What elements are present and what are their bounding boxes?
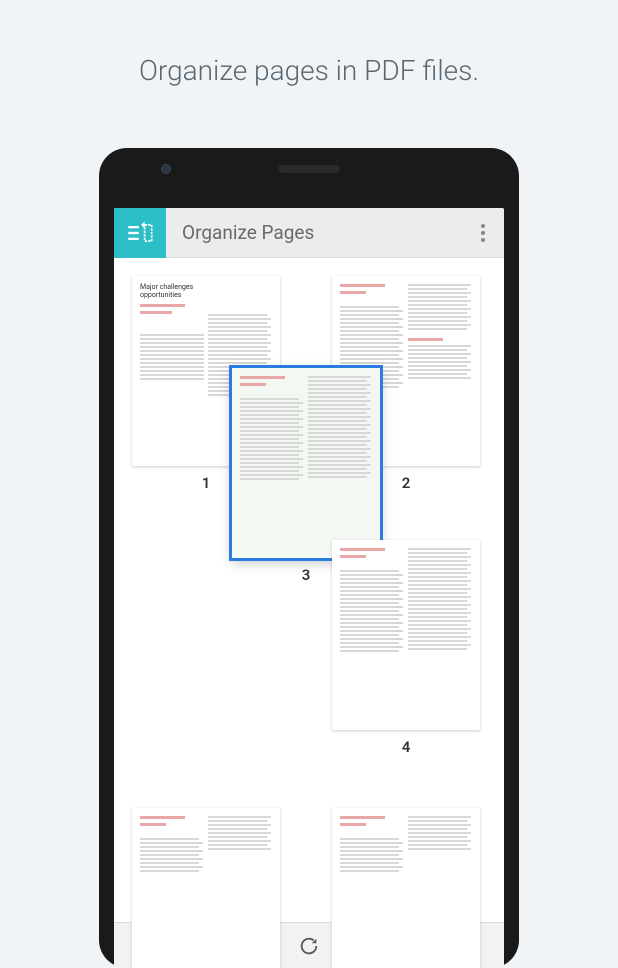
page-label-1: 1 [202,474,211,492]
nav-drawer-button[interactable] [114,208,166,258]
more-vertical-icon [481,224,485,242]
page-grid: Major challenges opportunities [114,258,504,922]
rotate-right-button[interactable] [279,926,339,966]
rotate-right-icon [298,935,320,957]
page-label-2: 2 [402,474,411,492]
phone-frame: Organize Pages Major challenges opportun… [99,148,519,968]
collapse-panel-icon [126,219,154,247]
page-thumbnail-6[interactable] [332,808,480,968]
app-screen: Organize Pages Major challenges opportun… [114,208,504,968]
page-label-3: 3 [302,566,311,584]
page-label-4: 4 [402,738,411,756]
page-1-title: Major challenges opportunities [140,284,204,299]
page-thumbnail-5[interactable] [132,808,280,968]
promo-headline: Organize pages in PDF files. [0,0,618,87]
app-bar: Organize Pages [114,208,504,258]
appbar-title: Organize Pages [166,221,462,244]
phone-speaker [278,165,340,173]
more-menu-button[interactable] [462,208,504,258]
page-thumbnail-4[interactable]: 4 [332,540,480,756]
